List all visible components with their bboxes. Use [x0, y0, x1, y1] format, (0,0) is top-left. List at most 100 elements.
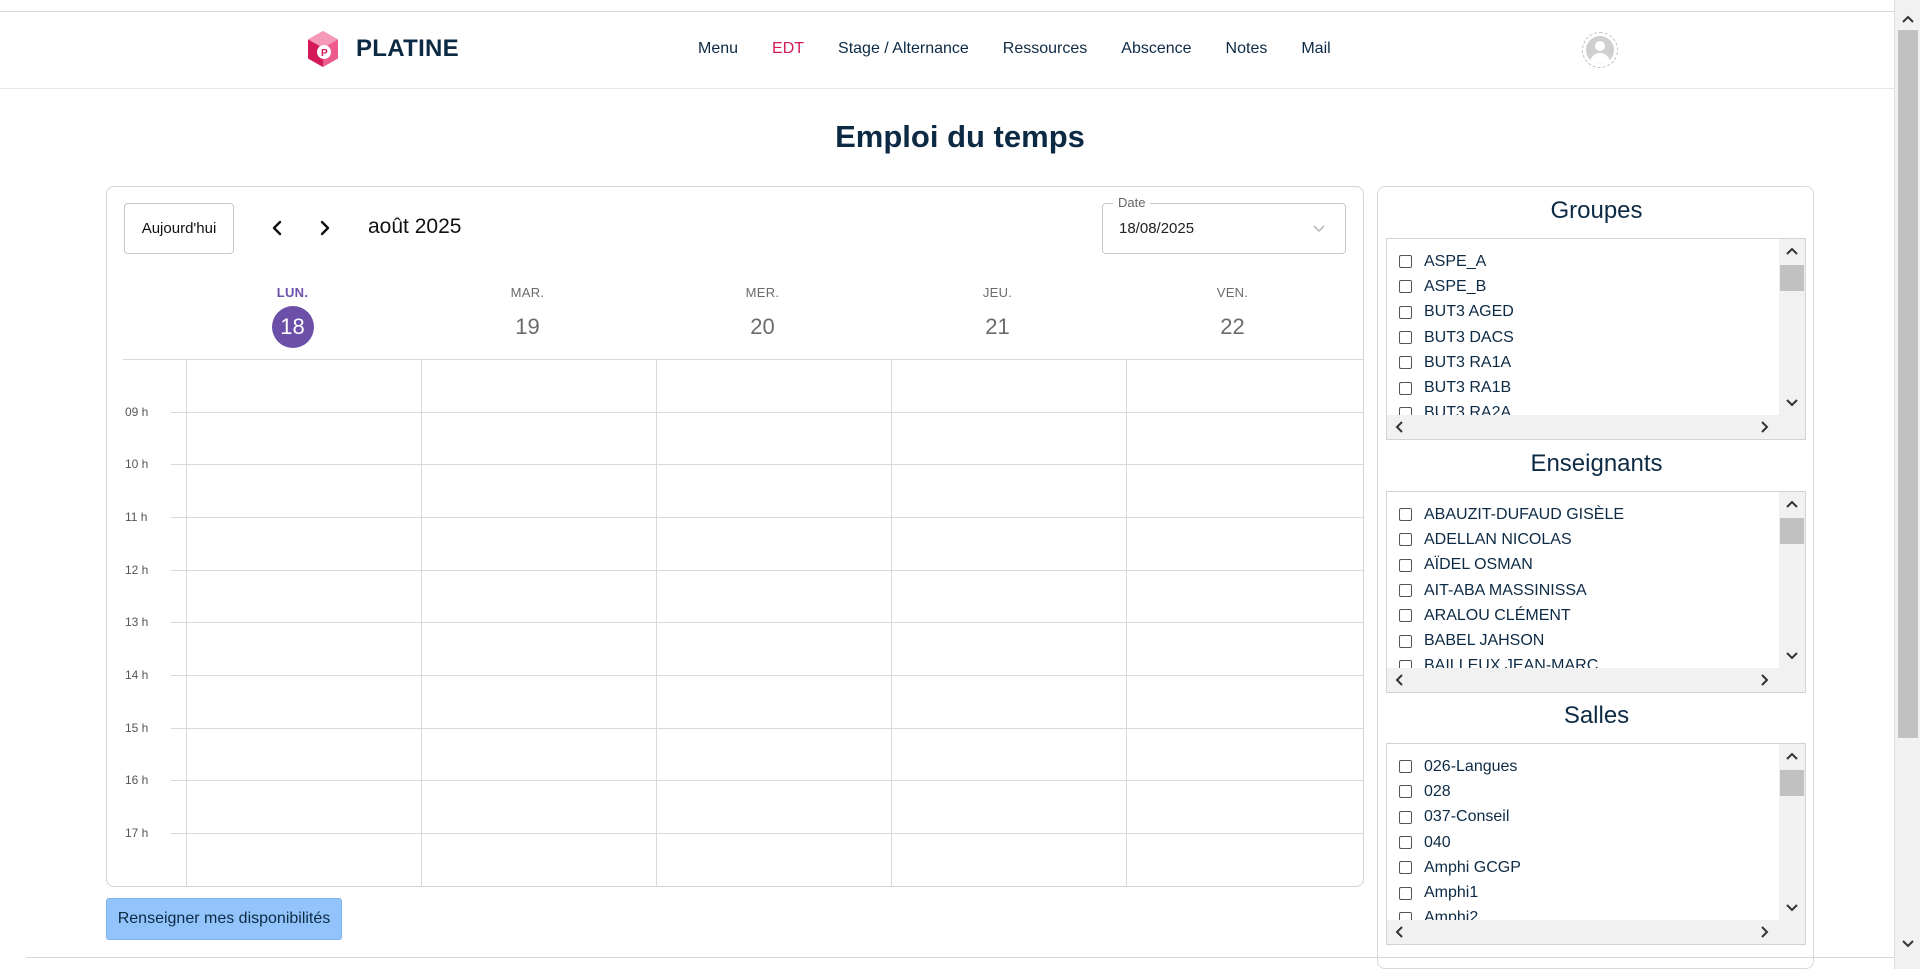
group-checkbox-item[interactable]: BUT3 RA2A: [1387, 401, 1781, 415]
teacher-checkbox-item[interactable]: AIT-ABA MASSINISSA: [1387, 578, 1781, 603]
day-header-friday[interactable]: VEN. 22: [1115, 285, 1350, 348]
rooms-horizontal-scrollbar[interactable]: [1387, 920, 1805, 944]
scroll-right-icon[interactable]: [1757, 672, 1773, 688]
group-checkbox-item[interactable]: BUT3 RA1A: [1387, 350, 1781, 375]
group-checkbox-item[interactable]: BUT3 AGED: [1387, 300, 1781, 325]
room-checkbox-item[interactable]: Amphi GCGP: [1387, 855, 1781, 880]
checkbox[interactable]: [1399, 584, 1412, 598]
checkbox[interactable]: [1399, 861, 1412, 875]
day-number[interactable]: 21: [977, 306, 1019, 348]
scroll-up-icon[interactable]: [1784, 243, 1800, 259]
teacher-checkbox-item[interactable]: AÏDEL OSMAN: [1387, 553, 1781, 578]
today-button[interactable]: Aujourd'hui: [124, 203, 234, 254]
checkbox[interactable]: [1399, 508, 1412, 522]
rooms-list[interactable]: 026-Langues 028 037-Conseil 040 Amphi GC…: [1386, 743, 1806, 945]
checkbox[interactable]: [1399, 810, 1412, 824]
room-checkbox-item[interactable]: 040: [1387, 830, 1781, 855]
scrollbar-thumb[interactable]: [1780, 770, 1804, 796]
checkbox[interactable]: [1399, 558, 1412, 572]
scroll-left-icon[interactable]: [1391, 924, 1407, 940]
scroll-down-icon[interactable]: [1784, 648, 1800, 664]
teacher-checkbox-item[interactable]: ADELLAN NICOLAS: [1387, 527, 1781, 552]
day-number[interactable]: 19: [507, 306, 549, 348]
nav-stage-alternance[interactable]: Stage / Alternance: [838, 40, 969, 58]
chevron-right-icon[interactable]: [315, 218, 335, 238]
day-number-today[interactable]: 18: [271, 306, 314, 348]
checkbox[interactable]: [1399, 305, 1412, 319]
hour-line: [171, 728, 1363, 729]
nav-edt[interactable]: EDT: [772, 40, 804, 58]
checkbox[interactable]: [1399, 280, 1412, 294]
nav-menu[interactable]: Menu: [698, 40, 738, 58]
groups-list[interactable]: ASPE_A ASPE_B BUT3 AGED BUT3 DACS BUT3 R…: [1386, 238, 1806, 440]
teachers-vertical-scrollbar[interactable]: [1779, 492, 1805, 668]
scroll-down-icon[interactable]: [1900, 936, 1916, 952]
checkbox[interactable]: [1399, 609, 1412, 623]
checkbox[interactable]: [1399, 785, 1412, 799]
group-checkbox-item[interactable]: ASPE_B: [1387, 274, 1781, 299]
scroll-down-icon[interactable]: [1784, 900, 1800, 916]
teacher-label: BABEL JAHSON: [1424, 632, 1545, 650]
checkbox[interactable]: [1399, 659, 1412, 668]
scroll-up-icon[interactable]: [1784, 496, 1800, 512]
chevron-down-icon[interactable]: [1311, 220, 1327, 236]
scrollbar-thumb[interactable]: [1898, 30, 1918, 738]
checkbox[interactable]: [1399, 356, 1412, 370]
teachers-horizontal-scrollbar[interactable]: [1387, 668, 1805, 692]
teacher-checkbox-item[interactable]: ABAUZIT-DUFAUD GISÈLE: [1387, 502, 1781, 527]
hour-line: [171, 622, 1363, 623]
checkbox[interactable]: [1399, 836, 1412, 850]
checkbox[interactable]: [1399, 634, 1412, 648]
day-header-tuesday[interactable]: MAR. 19: [410, 285, 645, 348]
room-checkbox-item[interactable]: Amphi2: [1387, 906, 1781, 920]
checkbox[interactable]: [1399, 331, 1412, 345]
room-checkbox-item[interactable]: 026-Langues: [1387, 754, 1781, 779]
chevron-left-icon[interactable]: [267, 218, 287, 238]
nav-abscence[interactable]: Abscence: [1121, 40, 1191, 58]
checkbox[interactable]: [1399, 886, 1412, 900]
groups-vertical-scrollbar[interactable]: [1779, 239, 1805, 415]
checkbox[interactable]: [1399, 255, 1412, 269]
nav-ressources[interactable]: Ressources: [1003, 40, 1087, 58]
teacher-checkbox-item[interactable]: ARALOU CLÉMENT: [1387, 603, 1781, 628]
scroll-up-icon[interactable]: [1784, 748, 1800, 764]
group-checkbox-item[interactable]: BUT3 RA1B: [1387, 375, 1781, 400]
teachers-list[interactable]: ABAUZIT-DUFAUD GISÈLE ADELLAN NICOLAS AÏ…: [1386, 491, 1806, 693]
groups-horizontal-scrollbar[interactable]: [1387, 415, 1805, 439]
day-header-thursday[interactable]: JEU. 21: [880, 285, 1115, 348]
teacher-checkbox-item[interactable]: BABEL JAHSON: [1387, 628, 1781, 653]
scroll-right-icon[interactable]: [1757, 924, 1773, 940]
room-checkbox-item[interactable]: 037-Conseil: [1387, 805, 1781, 830]
page-scrollbar[interactable]: [1894, 0, 1920, 969]
scrollbar-thumb[interactable]: [1780, 265, 1804, 291]
scroll-down-icon[interactable]: [1784, 395, 1800, 411]
brand-logo[interactable]: P PLATINE: [306, 30, 459, 68]
checkbox[interactable]: [1399, 911, 1412, 920]
nav-mail[interactable]: Mail: [1301, 40, 1330, 58]
time-grid[interactable]: 09 h 10 h 11 h 12 h 13 h 14 h 15 h 16 h …: [107, 359, 1363, 886]
group-checkbox-item[interactable]: BUT3 DACS: [1387, 325, 1781, 350]
set-availability-button[interactable]: Renseigner mes disponibilités: [106, 898, 342, 940]
group-checkbox-item[interactable]: ASPE_A: [1387, 249, 1781, 274]
rooms-vertical-scrollbar[interactable]: [1779, 744, 1805, 920]
teacher-checkbox-item[interactable]: BAILLEUX JEAN-MARC: [1387, 654, 1781, 668]
user-avatar[interactable]: [1582, 32, 1618, 68]
scroll-left-icon[interactable]: [1391, 419, 1407, 435]
room-checkbox-item[interactable]: Amphi1: [1387, 880, 1781, 905]
day-number[interactable]: 20: [742, 306, 784, 348]
scroll-left-icon[interactable]: [1391, 672, 1407, 688]
checkbox[interactable]: [1399, 381, 1412, 395]
day-header-wednesday[interactable]: MER. 20: [645, 285, 880, 348]
day-number[interactable]: 22: [1212, 306, 1254, 348]
scroll-right-icon[interactable]: [1757, 419, 1773, 435]
checkbox[interactable]: [1399, 760, 1412, 774]
checkbox[interactable]: [1399, 533, 1412, 547]
nav-notes[interactable]: Notes: [1226, 40, 1268, 58]
room-checkbox-item[interactable]: 028: [1387, 779, 1781, 804]
date-picker[interactable]: Date 18/08/2025: [1102, 195, 1346, 254]
checkbox[interactable]: [1399, 406, 1412, 415]
date-field-value[interactable]: 18/08/2025: [1119, 220, 1194, 237]
scrollbar-thumb[interactable]: [1780, 518, 1804, 544]
scroll-up-icon[interactable]: [1900, 11, 1916, 27]
day-header-monday[interactable]: LUN. 18: [175, 285, 410, 348]
